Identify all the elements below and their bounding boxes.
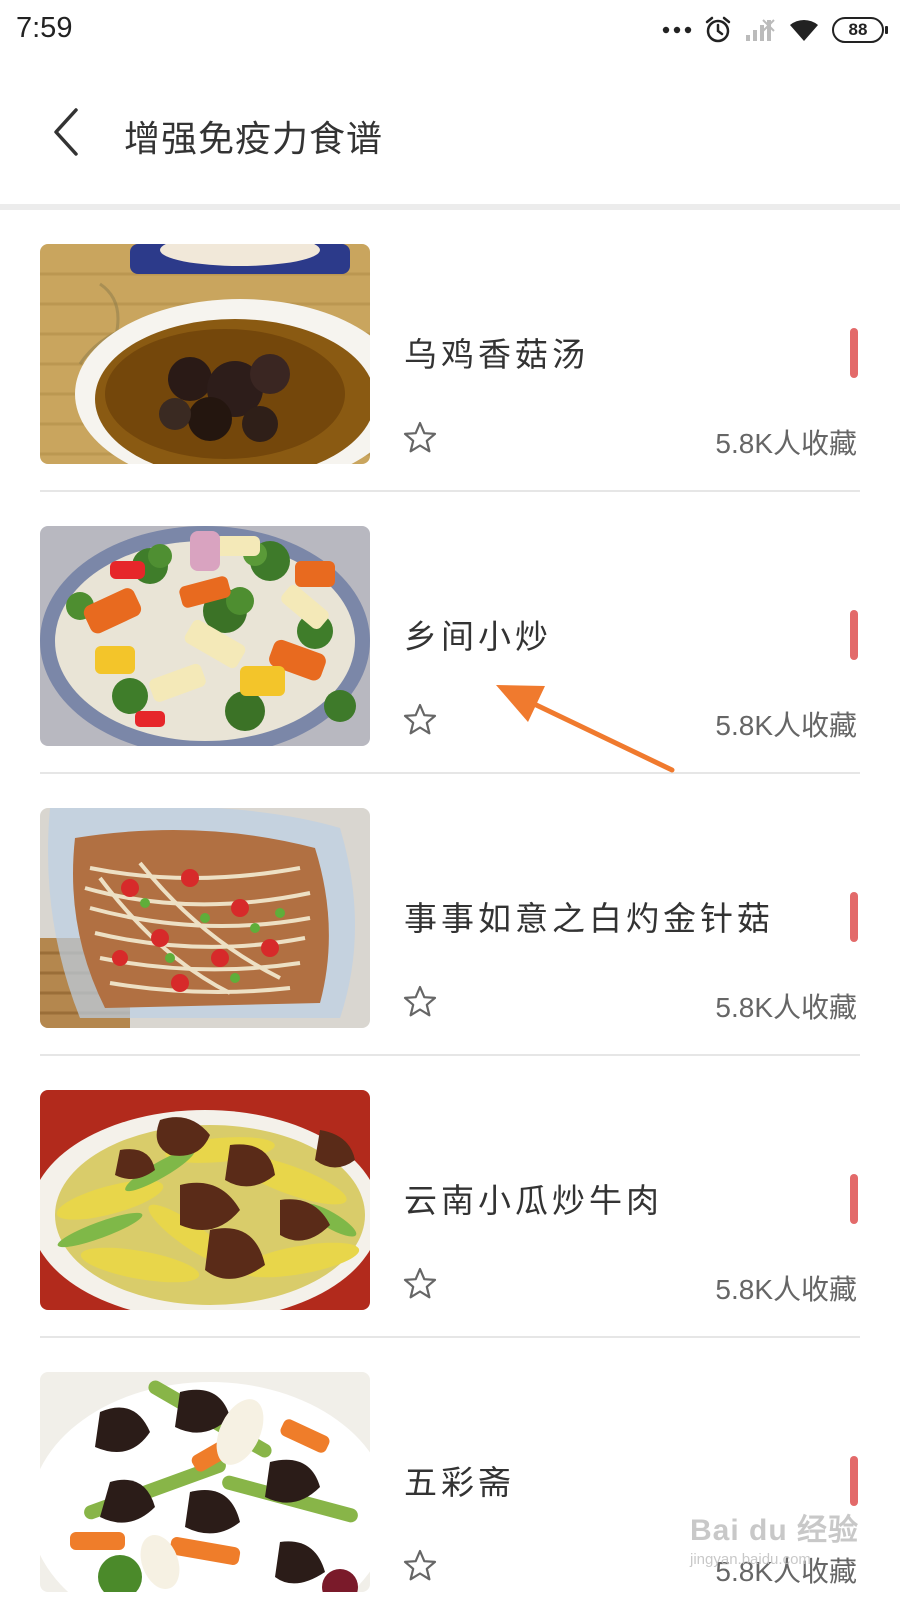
recipe-thumbnail[interactable] <box>40 244 370 464</box>
red-marker <box>850 892 858 942</box>
recipe-item[interactable]: 云南小瓜炒牛肉 5.8K人收藏 <box>0 1056 900 1338</box>
recipe-item[interactable]: 乡间小炒 5.8K人收藏 <box>0 492 900 774</box>
more-dots-icon <box>662 26 692 34</box>
red-marker <box>850 1456 858 1506</box>
watermark-logo: Bai du 经验 jingyan.baidu.com <box>690 1505 860 1585</box>
chevron-left-icon <box>54 108 78 156</box>
red-marker <box>850 328 858 378</box>
watermark-sub: jingyan.baidu.com <box>690 1551 811 1568</box>
star-icon[interactable] <box>402 702 438 738</box>
page-title: 增强免疫力食谱 <box>124 119 384 160</box>
recipe-thumbnail[interactable] <box>40 1372 370 1592</box>
battery-icon: 88 <box>832 17 888 43</box>
recipe-item[interactable]: 事事如意之白灼金针菇 5.8K人收藏 <box>0 774 900 1056</box>
favorite-count: 5.8K人收藏 <box>715 992 857 1023</box>
header: 增强免疫力食谱 <box>0 62 900 204</box>
recipe-thumbnail[interactable] <box>40 1090 370 1310</box>
recipe-item[interactable]: 乌鸡香菇汤 5.8K人收藏 <box>0 210 900 492</box>
alarm-icon <box>705 16 731 43</box>
recipe-title[interactable]: 乡间小炒 <box>404 610 552 658</box>
signal-icon <box>746 19 775 41</box>
star-icon[interactable] <box>402 1266 438 1302</box>
recipe-title[interactable]: 事事如意之白灼金针菇 <box>404 892 774 940</box>
watermark-main: Bai du 经验 <box>690 1514 860 1547</box>
favorite-count: 5.8K人收藏 <box>715 428 857 459</box>
recipe-list: 乌鸡香菇汤 5.8K人收藏 乡间小炒 5.8K人收藏 事事如意之白灼金针菇 5.… <box>0 210 900 1600</box>
recipe-thumbnail[interactable] <box>40 526 370 746</box>
star-icon[interactable] <box>402 984 438 1020</box>
star-icon[interactable] <box>402 420 438 456</box>
recipe-title[interactable]: 乌鸡香菇汤 <box>404 328 589 376</box>
star-icon[interactable] <box>402 1548 438 1584</box>
favorite-count: 5.8K人收藏 <box>715 1274 857 1305</box>
status-bar: 7:59 88 <box>0 0 900 62</box>
back-button[interactable] <box>40 102 92 162</box>
recipe-title[interactable]: 五彩斋 <box>404 1456 515 1504</box>
recipe-thumbnail[interactable] <box>40 808 370 1028</box>
status-time: 7:59 <box>16 12 73 44</box>
favorite-count: 5.8K人收藏 <box>715 710 857 741</box>
status-icons: 88 <box>662 14 888 46</box>
red-marker <box>850 610 858 660</box>
battery-level: 88 <box>848 20 868 39</box>
red-marker <box>850 1174 858 1224</box>
wifi-icon <box>790 19 818 41</box>
recipe-title[interactable]: 云南小瓜炒牛肉 <box>404 1174 663 1222</box>
